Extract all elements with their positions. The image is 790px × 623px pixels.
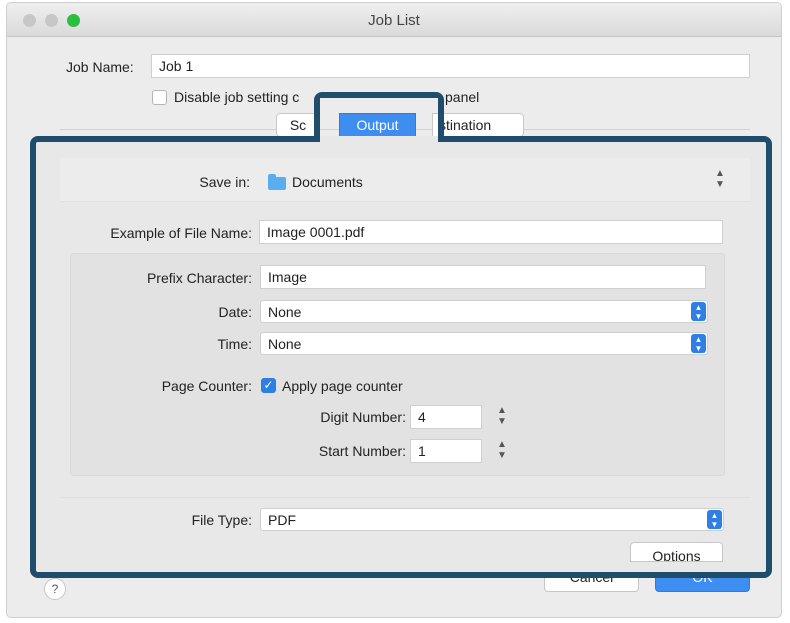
chevron-up-down-icon: ▲ ▼ (707, 510, 722, 529)
save-in-value[interactable]: Documents (292, 174, 363, 190)
folder-icon (268, 174, 286, 190)
disable-job-setting-checkbox[interactable] (152, 90, 167, 105)
date-label: Date: (218, 304, 252, 320)
job-name-field[interactable]: Job 1 (151, 54, 750, 78)
disable-job-setting-label: Disable job setting c (174, 89, 300, 105)
prefix-character-field[interactable]: Image (260, 265, 706, 289)
start-number-stepper[interactable]: ▲ ▼ (496, 439, 508, 465)
save-in-label: Save in: (199, 174, 250, 190)
window-title: Job List (368, 12, 420, 29)
chevron-up-down-icon: ▲ ▼ (691, 334, 706, 353)
digit-number-stepper[interactable]: ▲ ▼ (496, 405, 508, 431)
cancel-button[interactable]: Cancel (544, 574, 639, 592)
file-type-divider (60, 497, 750, 498)
file-type-select-value: PDF (268, 512, 296, 528)
page-counter-label: Page Counter: (161, 378, 252, 394)
file-type-label: File Type: (191, 512, 252, 528)
date-select[interactable]: None ▲ ▼ (260, 300, 708, 323)
chevron-up-down-icon: ▲ ▼ (691, 302, 706, 321)
apply-page-counter-checkbox[interactable]: ✓ (261, 378, 276, 393)
tab-scan[interactable]: Sc (276, 113, 320, 137)
save-in-chevron-icon[interactable]: ▲ ▼ (714, 168, 726, 194)
time-select[interactable]: None ▲ ▼ (260, 332, 708, 355)
example-file-name-label: Example of File Name: (110, 225, 252, 241)
prefix-character-label: Prefix Character: (146, 270, 252, 286)
apply-page-counter-label: Apply page counter (282, 378, 403, 394)
start-number-field[interactable]: 1 (410, 439, 482, 463)
ok-button[interactable]: OK (655, 574, 750, 592)
job-name-label: Job Name: (66, 59, 134, 75)
date-select-value: None (268, 304, 302, 320)
digit-number-field[interactable]: 4 (410, 405, 482, 429)
start-number-label: Start Number: (318, 443, 406, 459)
options-button[interactable]: Options (630, 542, 723, 562)
help-button[interactable]: ? (44, 578, 66, 600)
time-select-value: None (268, 336, 302, 352)
tab-destination[interactable]: stination (432, 113, 524, 137)
disable-job-setting-label-tail: panel (445, 89, 480, 105)
time-label: Time: (217, 336, 252, 352)
file-type-select[interactable]: PDF ▲ ▼ (260, 508, 724, 531)
example-file-name-field: Image 0001.pdf (259, 220, 723, 244)
output-tab-highlight-gap (320, 136, 438, 142)
tab-output[interactable]: Output (339, 113, 416, 137)
digit-number-label: Digit Number: (320, 409, 406, 425)
title-bar: Job List (7, 3, 781, 37)
output-tab-highlight-fill (320, 98, 438, 112)
